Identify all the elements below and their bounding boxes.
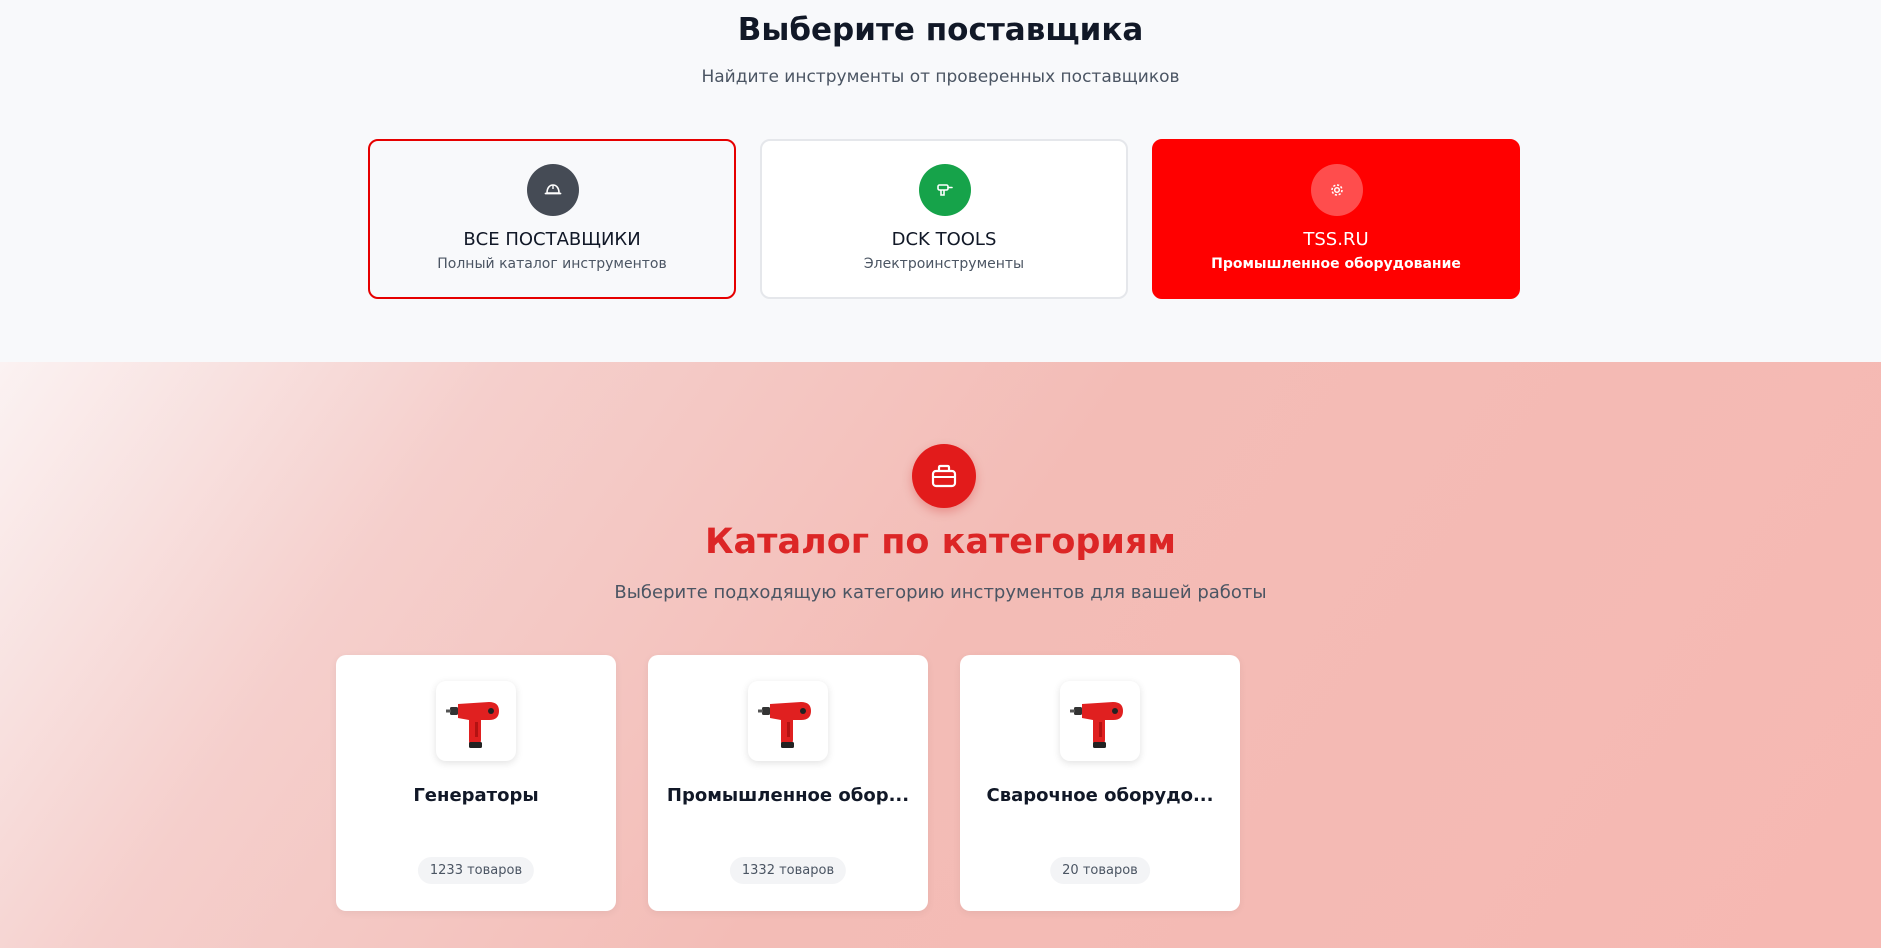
supplier-name: ВСЕ ПОСТАВЩИКИ	[463, 229, 641, 250]
category-name: Сварочное оборудо...	[986, 785, 1214, 806]
supplier-card-all[interactable]: ВСЕ ПОСТАВЩИКИ Полный каталог инструмент…	[368, 139, 736, 299]
category-card-welding-equipment[interactable]: Сварочное оборудо... 20 товаров	[960, 655, 1240, 911]
category-count-badge: 1233 товаров	[417, 857, 535, 884]
drill-icon	[919, 164, 971, 216]
catalog-subtitle: Выберите подходящую категорию инструмент…	[614, 582, 1267, 603]
catalog-section: Каталог по категориям Выберите подходящу…	[0, 362, 1881, 948]
suppliers-subtitle: Найдите инструменты от проверенных поста…	[701, 67, 1180, 87]
category-count-badge: 1332 товаров	[729, 857, 847, 884]
supplier-card-tss[interactable]: TSS.RU Промышленное оборудование	[1152, 139, 1520, 299]
category-count-badge: 20 товаров	[1050, 857, 1150, 884]
category-card-industrial-equipment[interactable]: Промышленное обор... 1332 товаров	[648, 655, 928, 911]
category-name: Промышленное обор...	[666, 785, 910, 806]
drill-image	[748, 681, 828, 761]
hard-hat-icon	[527, 164, 579, 216]
gear-icon	[1311, 164, 1363, 216]
supplier-name: TSS.RU	[1303, 229, 1369, 250]
supplier-name: DCK TOOLS	[891, 229, 997, 250]
supplier-description: Полный каталог инструментов	[437, 256, 667, 272]
category-card-generators[interactable]: Генераторы 1233 товаров	[336, 655, 616, 911]
catalog-title: Каталог по категориям	[704, 522, 1177, 562]
category-name: Генераторы	[413, 785, 539, 806]
toolbox-icon	[912, 444, 976, 508]
drill-image	[1060, 681, 1140, 761]
suppliers-section: Выберите поставщика Найдите инструменты …	[0, 0, 1881, 362]
supplier-card-dck-tools[interactable]: DCK TOOLS Электроинструменты	[760, 139, 1128, 299]
suppliers-title: Выберите поставщика	[737, 12, 1144, 48]
supplier-description: Промышленное оборудование	[1211, 256, 1461, 272]
drill-image	[436, 681, 516, 761]
supplier-description: Электроинструменты	[863, 256, 1025, 272]
